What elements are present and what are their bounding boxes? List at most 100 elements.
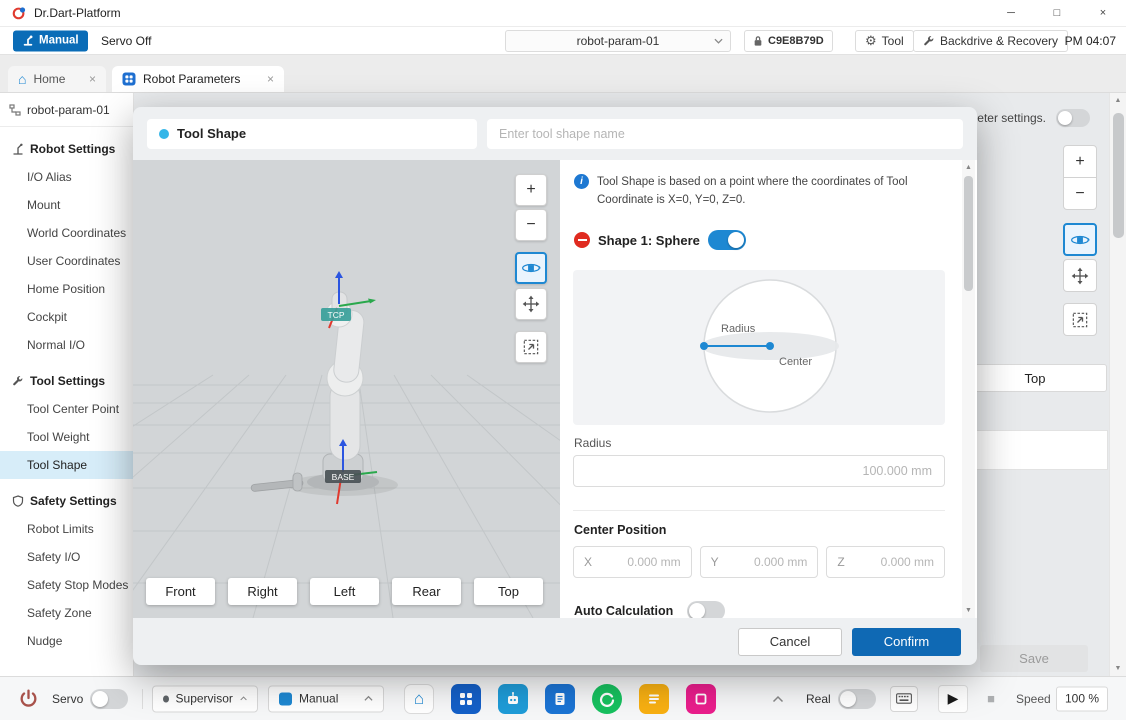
parameter-settings-row: meter settings. bbox=[967, 109, 1090, 127]
stop-button[interactable]: ■ bbox=[976, 685, 1006, 713]
tool-button[interactable]: ⚙ Tool bbox=[855, 30, 914, 52]
dock-document-app-icon[interactable] bbox=[545, 684, 575, 714]
center-y-input[interactable] bbox=[723, 555, 808, 569]
center-z-field[interactable]: Z bbox=[826, 546, 945, 578]
status-bar: Servo Supervisor Manual ⌂ bbox=[0, 676, 1126, 720]
sidebar-item-label: Nudge bbox=[27, 634, 62, 648]
sidebar-item-normal-io[interactable]: Normal I/O bbox=[0, 331, 133, 359]
shape-enable-toggle[interactable] bbox=[708, 230, 746, 250]
dock-robot-app-icon[interactable] bbox=[498, 684, 528, 714]
tab-robot-parameters[interactable]: Robot Parameters × bbox=[112, 66, 284, 92]
servo-toggle[interactable] bbox=[90, 689, 128, 709]
cancel-button[interactable]: Cancel bbox=[738, 628, 842, 656]
role-select-value: Supervisor bbox=[176, 692, 233, 706]
viewer-orbit-button[interactable] bbox=[515, 252, 547, 284]
sidebar-item-label: Safety Stop Modes bbox=[27, 578, 128, 592]
radius-input[interactable] bbox=[573, 455, 945, 487]
scroll-up-icon[interactable]: ▲ bbox=[1110, 97, 1126, 104]
bg-zoom-out-button[interactable]: − bbox=[1063, 177, 1097, 210]
keyboard-button[interactable] bbox=[890, 686, 918, 712]
view-left-button[interactable]: Left bbox=[310, 578, 379, 605]
tab-home-close-icon[interactable]: × bbox=[89, 73, 96, 85]
confirm-button[interactable]: Confirm bbox=[852, 628, 961, 656]
play-button[interactable]: ▶ bbox=[938, 685, 968, 713]
real-mode-label: Real bbox=[806, 692, 831, 706]
robot-param-dropdown[interactable]: robot-param-01 bbox=[505, 30, 731, 52]
auto-calculation-toggle[interactable] bbox=[687, 601, 725, 618]
sidebar-section-tool-settings[interactable]: Tool Settings bbox=[0, 367, 133, 395]
sidebar-item-cockpit[interactable]: Cockpit bbox=[0, 303, 133, 331]
sidebar-item-safety-zone[interactable]: Safety Zone bbox=[0, 599, 133, 627]
view-right-label: Right bbox=[247, 584, 277, 599]
device-id-chip[interactable]: C9E8B79D bbox=[744, 30, 833, 52]
view-front-button[interactable]: Front bbox=[146, 578, 215, 605]
sidebar-item-nudge[interactable]: Nudge bbox=[0, 627, 133, 655]
viewer-zoom-out-button[interactable]: − bbox=[515, 209, 547, 241]
viewer-pan-button[interactable] bbox=[515, 288, 547, 320]
power-icon[interactable] bbox=[18, 688, 39, 709]
viewer-zoom-in-button[interactable]: + bbox=[515, 174, 547, 206]
speed-value[interactable]: 100 % bbox=[1056, 686, 1108, 711]
scrollbar-thumb[interactable] bbox=[1113, 113, 1124, 238]
bg-orbit-view-button[interactable] bbox=[1063, 223, 1097, 256]
dock-pink-app-icon[interactable] bbox=[686, 684, 716, 714]
panel-scroll-up-icon[interactable]: ▲ bbox=[962, 164, 975, 171]
3d-viewer[interactable]: BASE TCP + − bbox=[133, 160, 560, 618]
servo-label: Servo bbox=[52, 692, 83, 706]
backdrive-recovery-button[interactable]: Backdrive & Recovery bbox=[913, 30, 1068, 52]
remove-shape-icon[interactable] bbox=[574, 232, 590, 248]
tab-home[interactable]: ⌂ Home × bbox=[8, 66, 106, 92]
dock-green-app-icon[interactable] bbox=[592, 684, 622, 714]
mode-select[interactable]: Manual bbox=[268, 685, 384, 712]
scroll-down-icon[interactable]: ▼ bbox=[1110, 665, 1126, 672]
sidebar-item-tool-weight[interactable]: Tool Weight bbox=[0, 423, 133, 451]
manual-mode-button[interactable]: Manual bbox=[13, 30, 88, 51]
sidebar-item-robot-limits[interactable]: Robot Limits bbox=[0, 515, 133, 543]
sidebar-item-user-coordinates[interactable]: User Coordinates bbox=[0, 247, 133, 275]
view-rear-button[interactable]: Rear bbox=[392, 578, 461, 605]
sidebar-section-safety-settings[interactable]: Safety Settings bbox=[0, 487, 133, 515]
sidebar-header[interactable]: robot-param-01 bbox=[0, 93, 133, 127]
sidebar-item-tool-center-point[interactable]: Tool Center Point bbox=[0, 395, 133, 423]
robot-param-dropdown-value: robot-param-01 bbox=[577, 34, 660, 48]
clock-label: PM 04:07 bbox=[1065, 34, 1116, 48]
main-scrollbar[interactable]: ▲ ▼ bbox=[1109, 93, 1126, 676]
maximize-button[interactable]: □ bbox=[1034, 0, 1080, 26]
role-select[interactable]: Supervisor bbox=[152, 685, 258, 712]
dock-task-list-app-icon[interactable] bbox=[639, 684, 669, 714]
sidebar-item-safety-stop-modes[interactable]: Safety Stop Modes bbox=[0, 571, 133, 599]
bg-zoom-in-button[interactable]: + bbox=[1063, 145, 1097, 178]
dock-home-app-icon[interactable]: ⌂ bbox=[404, 684, 434, 714]
dock-collapse-chevron-icon[interactable] bbox=[772, 695, 784, 703]
sidebar-section-robot-settings[interactable]: Robot Settings bbox=[0, 135, 133, 163]
sidebar-item-io-alias[interactable]: I/O Alias bbox=[0, 163, 133, 191]
real-sim-toggle[interactable] bbox=[838, 689, 876, 709]
view-top-button[interactable]: Top bbox=[474, 578, 543, 605]
center-z-input[interactable] bbox=[849, 555, 934, 569]
minus-icon: − bbox=[1075, 185, 1084, 203]
viewer-fit-button[interactable] bbox=[515, 331, 547, 363]
minimize-button[interactable]: ─ bbox=[988, 0, 1034, 26]
save-button[interactable]: Save bbox=[980, 645, 1088, 672]
view-right-button[interactable]: Right bbox=[228, 578, 297, 605]
bg-top-view-button[interactable]: Top bbox=[963, 364, 1107, 392]
panel-scrollbar[interactable]: ▲ ▼ bbox=[962, 160, 975, 618]
sidebar-item-safety-io[interactable]: Safety I/O bbox=[0, 543, 133, 571]
sidebar-item-home-position[interactable]: Home Position bbox=[0, 275, 133, 303]
orbit-icon bbox=[1070, 230, 1090, 250]
sidebar-item-tool-shape[interactable]: Tool Shape bbox=[0, 451, 133, 479]
tab-robot-parameters-close-icon[interactable]: × bbox=[267, 73, 274, 85]
center-x-input[interactable] bbox=[596, 555, 681, 569]
sidebar-item-world-coordinates[interactable]: World Coordinates bbox=[0, 219, 133, 247]
sidebar-item-mount[interactable]: Mount bbox=[0, 191, 133, 219]
center-y-field[interactable]: Y bbox=[700, 546, 819, 578]
parameter-settings-toggle[interactable] bbox=[1056, 109, 1090, 127]
dock-robot-params-app-icon[interactable] bbox=[451, 684, 481, 714]
panel-scroll-down-icon[interactable]: ▼ bbox=[962, 607, 975, 614]
panel-scrollbar-thumb[interactable] bbox=[964, 176, 973, 291]
tool-shape-name-input[interactable] bbox=[487, 119, 963, 149]
bg-fit-view-button[interactable] bbox=[1063, 303, 1097, 336]
center-x-field[interactable]: X bbox=[573, 546, 692, 578]
close-button[interactable]: × bbox=[1080, 0, 1126, 26]
bg-pan-view-button[interactable] bbox=[1063, 259, 1097, 292]
